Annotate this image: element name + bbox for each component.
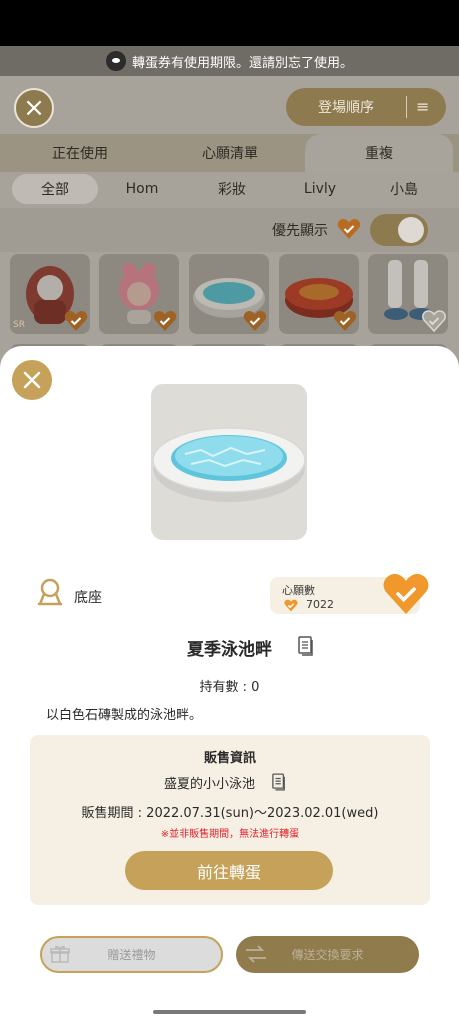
item-thumbnail <box>151 384 307 540</box>
sales-warning: ※並非販售期間，無法進行轉蛋 <box>160 829 300 840</box>
close-icon <box>23 371 41 389</box>
go-to-gacha-button[interactable]: 前往轉蛋 <box>125 851 333 890</box>
rarity-badge: SR <box>13 320 25 330</box>
tab-duplicates-label: 重複 <box>365 146 393 162</box>
close-icon: × <box>23 93 45 123</box>
category-label: 底座 <box>74 590 102 606</box>
item-name: 夏季泳池畔 <box>187 640 272 660</box>
expiry-notice-banner: 轉蛋券有使用期限。還請別忘了使用。 <box>0 46 459 76</box>
tab-makeup-label: 彩妝 <box>218 182 246 198</box>
sort-order-label: 登場順序 <box>318 100 374 116</box>
heart-check-icon <box>284 599 298 612</box>
status-bar <box>0 0 459 46</box>
tab-hom-label: Hom <box>125 181 159 197</box>
grid-item-card[interactable] <box>99 254 179 334</box>
tab-duplicates[interactable]: 重複 <box>305 134 453 172</box>
send-trade-request-label: 傳送交換要求 <box>291 948 364 962</box>
send-gift-label: 贈送禮物 <box>107 948 156 962</box>
sort-list-icon: ≡ <box>416 97 430 116</box>
tab-in-use-label: 正在使用 <box>52 146 108 162</box>
toggle-knob <box>398 217 424 243</box>
sales-info-panel: 販售資訊 盛夏的小小泳池 販售期間 : 2022.07.31(sun)～2023… <box>30 735 430 905</box>
home-indicator <box>153 1010 306 1014</box>
item-description: 以白色石磚製成的泳池畔。 <box>46 708 203 723</box>
document-icon[interactable] <box>272 773 286 791</box>
gacha-package-name: 盛夏的小小泳池 <box>164 777 256 792</box>
grid-item-card[interactable] <box>368 254 448 334</box>
background-close-button[interactable]: × <box>14 88 54 128</box>
heart-icon <box>337 219 361 239</box>
tab-all-label: 全部 <box>41 182 69 198</box>
wishlist-heart-button[interactable] <box>382 572 430 616</box>
wish-count-label: 心願數 <box>282 584 315 597</box>
secondary-tabs: 全部 Hom 彩妝 Livly 小島 <box>0 172 459 208</box>
heart-check-icon <box>243 311 267 331</box>
tab-all[interactable]: 全部 <box>12 174 98 204</box>
wish-count-value: 7022 <box>306 598 334 611</box>
heart-check-icon <box>333 311 357 331</box>
send-trade-request-button[interactable]: 傳送交換要求 <box>236 936 419 973</box>
mascot-icon <box>105 51 126 71</box>
heart-outline-icon <box>422 310 446 332</box>
close-button[interactable] <box>12 360 52 400</box>
pedestal-category-icon <box>37 578 63 606</box>
notice-text: 轉蛋券有使用期限。還請別忘了使用。 <box>131 55 353 71</box>
item-detail-sheet: 底座 心願數 7022 夏季泳池畔 持有數 : 0 以白色石磚製成的泳池畔。 販… <box>0 346 459 1024</box>
top-controls: × 登場順序 ≡ <box>0 76 459 138</box>
grid-item-card[interactable]: SR <box>10 254 90 334</box>
tab-livly-label: Livly <box>303 181 337 197</box>
tab-livly[interactable]: Livly <box>284 174 356 204</box>
tab-island-label: 小島 <box>390 182 418 198</box>
trade-icon <box>246 945 266 963</box>
owned-count: 持有數 : 0 <box>199 680 260 695</box>
gift-icon <box>50 945 70 963</box>
priority-display-label: 優先顯示 <box>272 223 328 239</box>
tab-wishlist-label: 心願清單 <box>202 146 258 162</box>
tab-island[interactable]: 小島 <box>368 174 440 204</box>
tab-in-use[interactable]: 正在使用 <box>20 134 140 172</box>
priority-display-row: 優先顯示 <box>0 208 459 252</box>
send-gift-button[interactable]: 贈送禮物 <box>40 936 223 973</box>
heart-check-icon <box>153 311 177 331</box>
sort-order-button[interactable]: 登場順序 ≡ <box>286 88 446 126</box>
tab-makeup[interactable]: 彩妝 <box>196 174 268 204</box>
document-icon[interactable] <box>298 636 314 656</box>
grid-item-card[interactable] <box>279 254 359 334</box>
tab-hom[interactable]: Hom <box>106 174 178 204</box>
primary-tabs: 正在使用 心願清單 重複 <box>0 134 459 172</box>
heart-check-icon <box>64 311 88 331</box>
tab-wishlist[interactable]: 心願清單 <box>170 134 290 172</box>
sales-info-header: 販售資訊 <box>203 751 256 766</box>
sales-period: 販售期間 : 2022.07.31(sun)～2023.02.01(wed) <box>81 806 379 821</box>
sort-divider <box>406 96 407 118</box>
priority-display-toggle[interactable] <box>370 214 428 246</box>
pool-image <box>152 427 306 502</box>
go-to-gacha-label: 前往轉蛋 <box>196 862 261 882</box>
grid-item-card[interactable] <box>189 254 269 334</box>
